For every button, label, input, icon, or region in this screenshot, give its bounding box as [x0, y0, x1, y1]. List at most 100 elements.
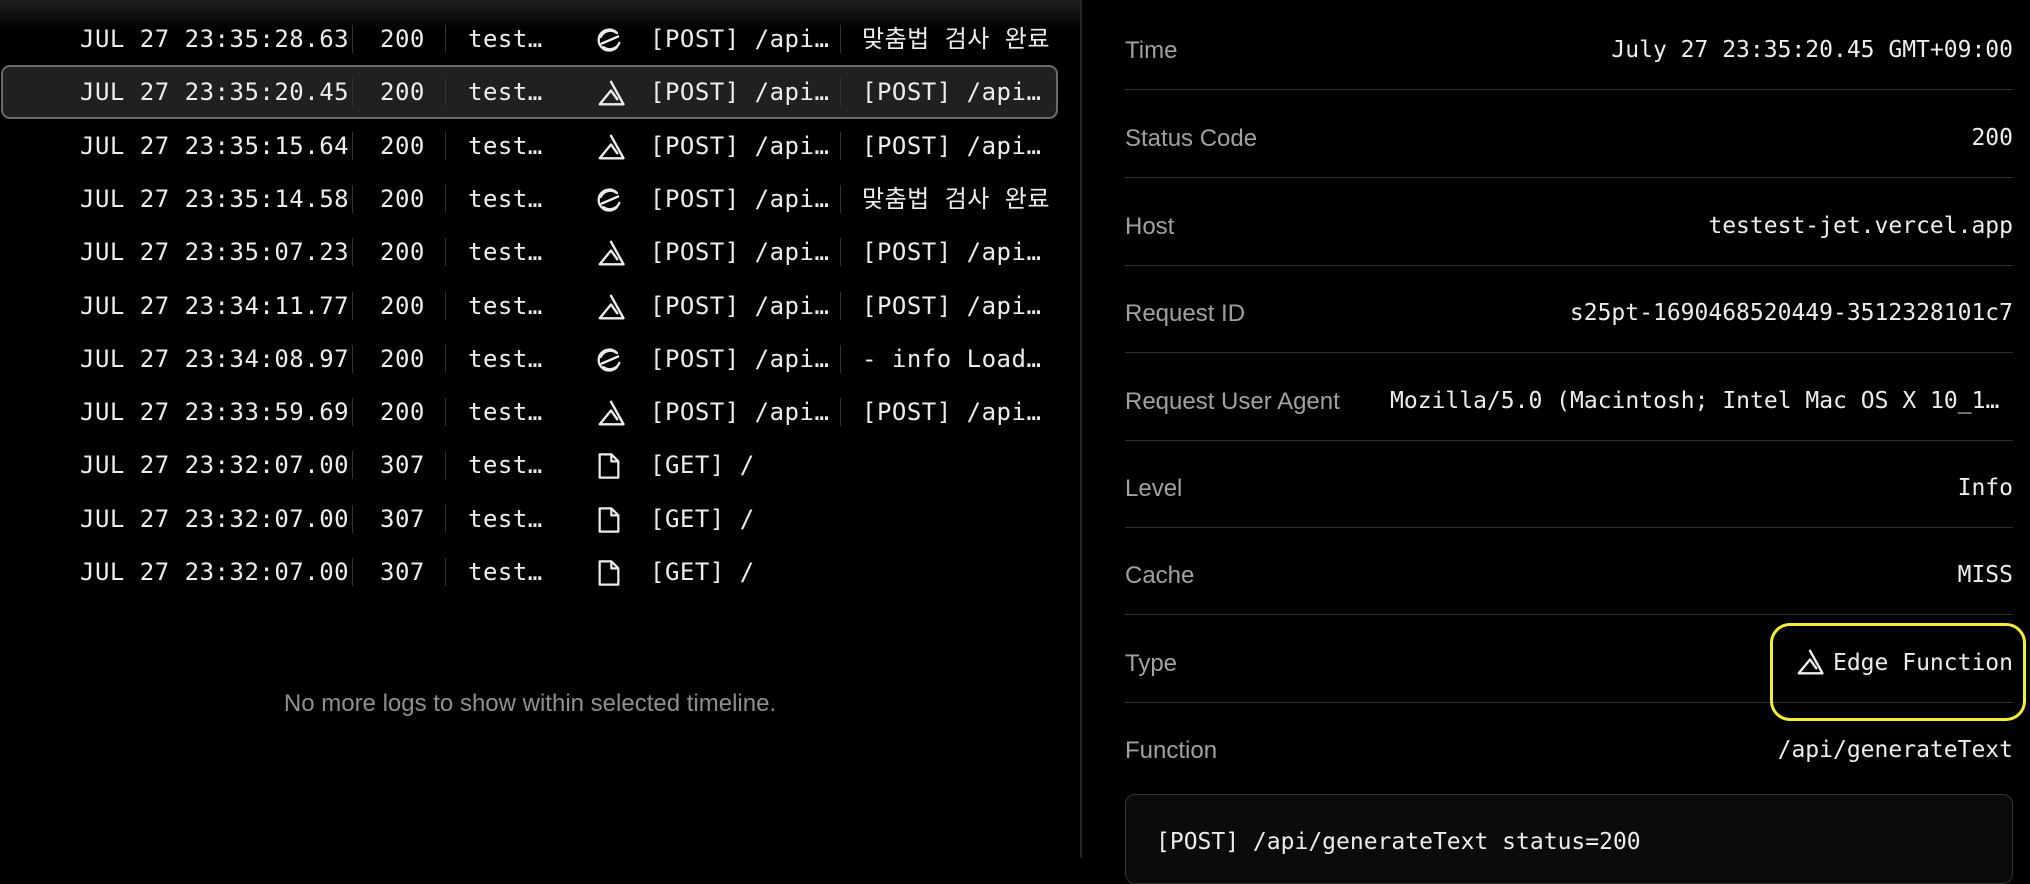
column-separator — [840, 398, 841, 427]
log-host: test… — [468, 451, 543, 480]
column-separator — [445, 291, 446, 320]
detail-value[interactable]: MISS — [1958, 527, 2013, 624]
type-value-text: Edge Function — [1832, 650, 2013, 676]
column-separator — [352, 78, 353, 107]
log-host: test… — [468, 25, 543, 53]
detail-value[interactable]: s25pt-1690468520449-3512328101c7 — [1570, 265, 2013, 362]
log-row[interactable]: JUL 27 23:35:14.58 200 test… [POST] /api… 맞춤… — [0, 172, 1060, 226]
detail-label: Host — [1125, 213, 1175, 240]
edge-function-icon — [596, 399, 625, 426]
log-row[interactable]: JUL 27 23:34:08.97 200 test… [POST] /api… - … — [0, 332, 1060, 386]
log-status: 307 — [380, 504, 425, 533]
log-path: [GET] / — [650, 451, 755, 480]
detail-value[interactable]: Mozilla/5.0 (Macintosh; Intel Mac OS X 1… — [1390, 353, 2013, 450]
detail-time: Time July 27 23:35:20.45 GMT+09:00 — [1125, 2, 2013, 90]
column-separator — [352, 344, 353, 373]
log-message: [POST] /api… — [862, 131, 1042, 160]
log-status: 200 — [380, 344, 425, 373]
log-status: 200 — [380, 184, 425, 213]
log-message: [POST] /api… — [862, 291, 1042, 320]
log-status: 200 — [380, 131, 425, 160]
detail-host: Host testest-jet.vercel.app — [1125, 178, 2013, 266]
column-separator — [445, 344, 446, 373]
log-path: [POST] /api… — [650, 131, 830, 160]
log-message: [POST] /api… — [862, 398, 1042, 427]
log-time: JUL 27 23:32:07.00 — [80, 504, 350, 533]
detail-cache: Cache MISS — [1125, 527, 2013, 615]
log-row[interactable]: JUL 27 23:35:20.45 200 test… [POST] /api… [P… — [1, 65, 1058, 120]
column-separator — [840, 344, 841, 373]
detail-value[interactable]: Info — [1958, 440, 2013, 537]
column-separator — [445, 558, 446, 586]
log-time: JUL 27 23:35:15.64 — [80, 131, 350, 160]
log-message: - info Load… — [862, 344, 1042, 373]
log-status: 307 — [380, 558, 425, 586]
log-row[interactable]: JUL 27 23:32:07.00 307 test… [GET] / — [0, 438, 1060, 492]
log-time: JUL 27 23:35:14.58 — [80, 184, 350, 213]
log-time: JUL 27 23:35:20.45 — [80, 78, 350, 107]
log-host: test… — [468, 238, 543, 267]
log-row[interactable]: JUL 27 23:32:07.00 307 test… [GET] / — [0, 545, 1060, 599]
edge-function-icon — [596, 133, 625, 160]
log-time: JUL 27 23:32:07.00 — [80, 558, 350, 586]
log-path: [POST] /api… — [650, 398, 830, 427]
log-output-text: [POST] /api/generateText status=200 — [1156, 829, 1641, 855]
log-host: test… — [468, 398, 543, 427]
log-output-box[interactable]: [POST] /api/generateText status=200 — [1125, 794, 2013, 884]
column-separator — [445, 78, 446, 107]
detail-label: Request User Agent — [1125, 388, 1340, 415]
column-separator — [840, 78, 841, 107]
log-message: [POST] /api… — [862, 238, 1042, 267]
detail-function: Function /api/generateText — [1125, 702, 2013, 789]
detail-label: Function — [1125, 737, 1218, 764]
log-path: [POST] /api… — [650, 238, 830, 267]
log-row[interactable]: JUL 27 23:35:28.63 200 test… [POST] /api… 맞춤… — [0, 12, 1060, 66]
detail-level: Level Info — [1125, 440, 2013, 528]
log-status: 200 — [380, 398, 425, 427]
column-separator — [840, 291, 841, 320]
column-separator — [445, 184, 446, 213]
log-status: 307 — [380, 451, 425, 480]
detail-value[interactable]: July 27 23:35:20.45 GMT+09:00 — [1611, 2, 2013, 99]
column-separator — [445, 131, 446, 160]
log-path: [POST] /api… — [650, 184, 830, 213]
log-path: [POST] /api… — [650, 344, 830, 373]
log-row[interactable]: JUL 27 23:33:59.69 200 test… [POST] /api… [P… — [0, 385, 1060, 439]
column-separator — [352, 398, 353, 427]
column-separator — [352, 184, 353, 213]
log-host: test… — [468, 184, 543, 213]
file-icon — [596, 559, 624, 586]
log-host: test… — [468, 291, 543, 320]
log-status: 200 — [380, 238, 425, 267]
detail-value[interactable]: /api/generateText — [1778, 702, 2013, 799]
log-status: 200 — [380, 25, 425, 53]
detail-value[interactable]: testest-jet.vercel.app — [1708, 178, 2013, 275]
edge-function-icon — [1797, 649, 1824, 674]
log-host: test… — [468, 558, 543, 586]
column-separator — [445, 398, 446, 427]
log-message: [POST] /api… — [862, 78, 1042, 107]
log-status: 200 — [380, 78, 425, 107]
logs-panel: JUL 27 23:35:28.63 200 test… [POST] /api… 맞춤… — [0, 0, 1080, 858]
detail-value[interactable]: 200 — [1971, 90, 2013, 187]
file-icon — [596, 506, 624, 533]
column-separator — [840, 238, 841, 267]
log-row[interactable]: JUL 27 23:35:15.64 200 test… [POST] /api… [P… — [0, 119, 1060, 173]
log-time: JUL 27 23:34:11.77 — [80, 291, 350, 320]
column-separator — [352, 238, 353, 267]
log-time: JUL 27 23:35:07.23 — [80, 238, 350, 267]
detail-label: Time — [1125, 37, 1178, 64]
log-time: JUL 27 23:32:07.00 — [80, 451, 350, 480]
detail-request-id: Request ID s25pt-1690468520449-351232810… — [1125, 265, 2013, 353]
detail-label: Status Code — [1125, 125, 1258, 152]
detail-label: Type — [1125, 650, 1178, 677]
log-path: [GET] / — [650, 504, 755, 533]
detail-value[interactable]: Edge Function — [1795, 615, 2013, 712]
serverless-function-icon — [596, 26, 624, 52]
log-time: JUL 27 23:35:28.63 — [80, 25, 350, 53]
log-row[interactable]: JUL 27 23:35:07.23 200 test… [POST] /api… [P… — [0, 225, 1060, 279]
log-row[interactable]: JUL 27 23:34:11.77 200 test… [POST] /api… [P… — [0, 279, 1060, 333]
column-separator — [352, 25, 353, 53]
column-separator — [445, 238, 446, 267]
log-row[interactable]: JUL 27 23:32:07.00 307 test… [GET] / — [0, 492, 1060, 546]
